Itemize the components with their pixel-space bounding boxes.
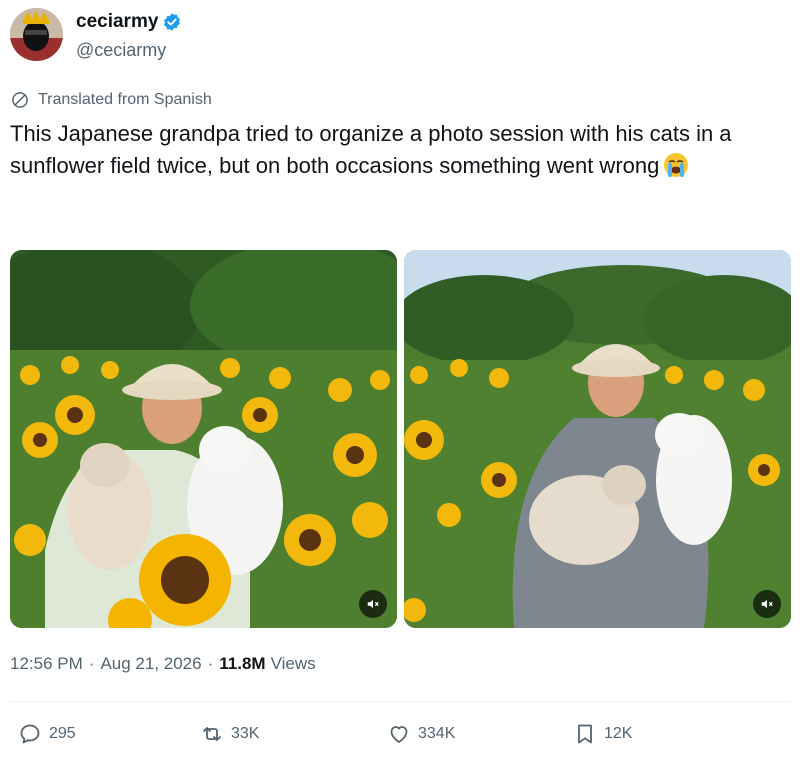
bookmark-icon	[578, 724, 592, 744]
bookmark-count: 12K	[604, 725, 633, 742]
tweet-time[interactable]: 12:56 PM	[10, 654, 83, 674]
media-photo-left[interactable]	[10, 250, 397, 628]
reply-button[interactable]: 295	[18, 722, 76, 746]
tweet-body: This Japanese grandpa tried to organize …	[10, 121, 732, 178]
action-bar: 295 33K 334K 12K	[0, 722, 800, 752]
mute-toggle-button[interactable]	[753, 590, 781, 618]
like-button[interactable]: 334K	[387, 722, 455, 746]
repost-count: 33K	[231, 725, 260, 742]
divider	[10, 701, 790, 702]
translation-label: Translated from Spanish	[38, 91, 212, 108]
heart-icon	[390, 726, 408, 743]
meta-separator: ·	[207, 654, 214, 673]
avatar[interactable]	[10, 8, 63, 61]
tweet-date[interactable]: Aug 21, 2026	[100, 654, 201, 674]
translation-note: Translated from Spanish	[10, 90, 212, 110]
views-count: 11.8M	[219, 654, 266, 673]
like-count: 334K	[418, 725, 456, 742]
meta-separator: ·	[88, 654, 95, 673]
tweet-text: This Japanese grandpa tried to organize …	[10, 118, 790, 182]
speaker-muted-icon	[367, 599, 379, 609]
translate-icon	[12, 92, 28, 108]
repost-icon	[203, 727, 221, 741]
mute-toggle-button[interactable]	[359, 590, 387, 618]
loudly-crying-face-icon	[663, 152, 689, 178]
author-display-name[interactable]: ceciarmy	[76, 11, 158, 33]
reply-icon	[20, 724, 40, 744]
verified-badge-icon	[162, 12, 182, 32]
repost-button[interactable]: 33K	[200, 722, 259, 746]
author-name-row[interactable]: ceciarmy	[76, 11, 182, 33]
speaker-muted-icon	[761, 599, 773, 609]
tweet-meta: 12:56 PM · Aug 21, 2026 · 11.8M Views	[10, 654, 316, 674]
author-handle[interactable]: @ceciarmy	[76, 40, 166, 61]
bookmark-button[interactable]: 12K	[573, 722, 632, 746]
views-label: Views	[270, 654, 316, 673]
media-photo-right[interactable]	[404, 250, 791, 628]
reply-count: 295	[49, 725, 76, 742]
